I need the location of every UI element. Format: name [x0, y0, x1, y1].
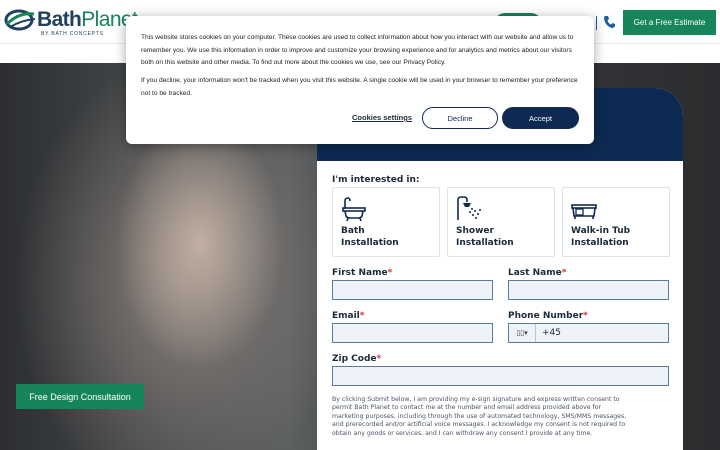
- phone-number-label: Phone Number*: [508, 311, 588, 321]
- required-mark: *: [376, 354, 382, 364]
- country-flag-dropdown[interactable]: ▯▯▾: [509, 324, 536, 342]
- logo-swoosh-icon: [4, 9, 36, 31]
- option-label: Shower Installation: [456, 225, 514, 249]
- zip-code-label-text: Zip Code: [332, 354, 377, 364]
- bath-planet-logo[interactable]: BathPlanet BY BATH CONCEPTS: [4, 6, 138, 38]
- last-name-field[interactable]: [508, 280, 669, 300]
- header-divider: [596, 16, 597, 30]
- phone-number-value: +45: [542, 328, 561, 338]
- first-name-label: First Name*: [332, 268, 392, 278]
- cookies-settings-link[interactable]: Cookies settings: [352, 113, 412, 122]
- option-label: Walk-in Tub Installation: [571, 225, 630, 249]
- option-label-line1: Shower: [456, 226, 494, 236]
- required-mark: *: [387, 268, 393, 278]
- option-bath-installation[interactable]: Bath Installation: [332, 187, 440, 257]
- required-mark: *: [359, 311, 365, 321]
- zip-code-field[interactable]: [332, 366, 669, 386]
- email-field[interactable]: [332, 323, 493, 343]
- phone-number-label-text: Phone Number: [508, 311, 584, 321]
- first-name-label-text: First Name: [332, 268, 388, 278]
- free-design-consultation-button[interactable]: Free Design Consultation: [16, 384, 144, 409]
- free-estimate-button[interactable]: Get a Free Estimate: [623, 10, 716, 35]
- option-label-line1: Bath: [341, 226, 365, 236]
- interest-label: I'm interested in:: [332, 175, 420, 185]
- option-label-line2: Installation: [571, 238, 629, 248]
- walkin-tub-icon: [571, 204, 597, 219]
- cookie-notice-text: This website stores cookies on your comp…: [141, 34, 574, 66]
- accept-button[interactable]: Accept: [502, 107, 579, 129]
- bathtub-icon: [342, 197, 366, 222]
- email-label-text: Email: [332, 311, 360, 321]
- option-label-line2: Installation: [456, 238, 514, 248]
- logo-word-bath: Bath: [37, 8, 82, 31]
- last-name-label: Last Name*: [508, 268, 566, 278]
- required-mark: *: [583, 311, 588, 321]
- first-name-field[interactable]: [332, 280, 493, 300]
- consent-disclaimer: By clicking Submit below, I am providing…: [332, 396, 627, 437]
- logo-wordmark: BathPlanet: [37, 8, 138, 32]
- phone-number-field[interactable]: ▯▯▾ +45: [508, 323, 669, 343]
- decline-button[interactable]: Decline: [422, 107, 498, 129]
- phone-icon[interactable]: [603, 15, 615, 29]
- shower-icon: [457, 196, 481, 220]
- required-mark: *: [561, 268, 567, 278]
- last-name-label-text: Last Name: [508, 268, 562, 278]
- option-label: Bath Installation: [341, 225, 399, 249]
- option-label-line1: Walk-in Tub: [571, 226, 631, 236]
- email-label: Email*: [332, 311, 365, 321]
- option-shower-installation[interactable]: Shower Installation: [447, 187, 555, 257]
- option-walkin-tub-installation[interactable]: Walk-in Tub Installation: [562, 187, 670, 257]
- cookie-decline-text: If you decline, your information won't b…: [141, 77, 578, 97]
- zip-code-label: Zip Code*: [332, 354, 381, 364]
- cookie-consent-dialog: This website stores cookies on your comp…: [126, 16, 594, 144]
- logo-tagline: BY BATH CONCEPTS: [41, 31, 104, 37]
- option-label-line2: Installation: [341, 238, 399, 248]
